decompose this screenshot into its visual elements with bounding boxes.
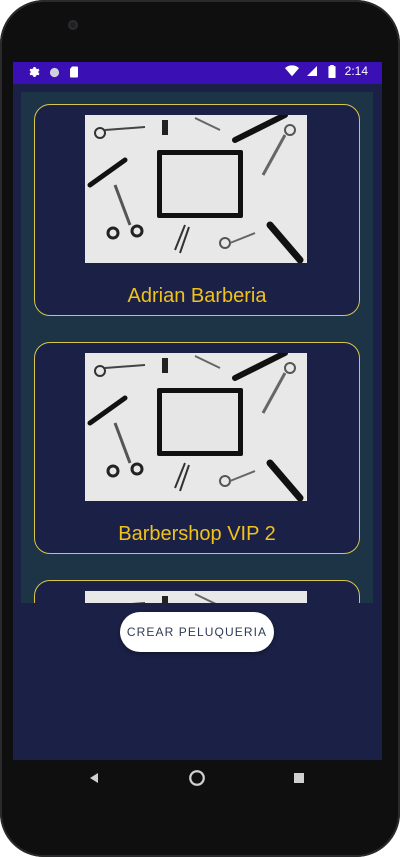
status-time: 2:14	[344, 64, 368, 78]
settings-icon	[27, 65, 41, 79]
barbershop-card[interactable]	[34, 580, 360, 603]
barbershop-image	[85, 353, 307, 501]
app-screen: 2:14 Adrian Barberia Barbershop VIP 2 CR…	[13, 62, 382, 760]
create-barbershop-button[interactable]: CREAR PELUQUERIA	[120, 612, 274, 652]
home-icon[interactable]	[186, 767, 208, 789]
phone-frame: 2:14 Adrian Barberia Barbershop VIP 2 CR…	[0, 0, 400, 857]
front-camera	[68, 20, 78, 30]
sim-card-icon	[67, 65, 81, 79]
barbershop-card[interactable]: Barbershop VIP 2	[34, 342, 360, 554]
recents-icon[interactable]	[288, 767, 310, 789]
barbershop-image	[85, 591, 307, 603]
barbershop-name: Adrian Barberia	[127, 285, 267, 307]
status-bar: 2:14	[13, 62, 382, 84]
barbershop-list[interactable]: Adrian Barberia Barbershop VIP 2	[21, 92, 373, 603]
back-icon[interactable]	[83, 767, 105, 789]
signal-icon	[305, 64, 319, 78]
battery-icon	[325, 64, 339, 78]
circle-icon	[47, 65, 61, 79]
barbershop-card[interactable]: Adrian Barberia	[34, 104, 360, 316]
wifi-icon	[284, 64, 299, 78]
barbershop-name: Barbershop VIP 2	[118, 523, 276, 545]
barbershop-image	[85, 115, 307, 263]
